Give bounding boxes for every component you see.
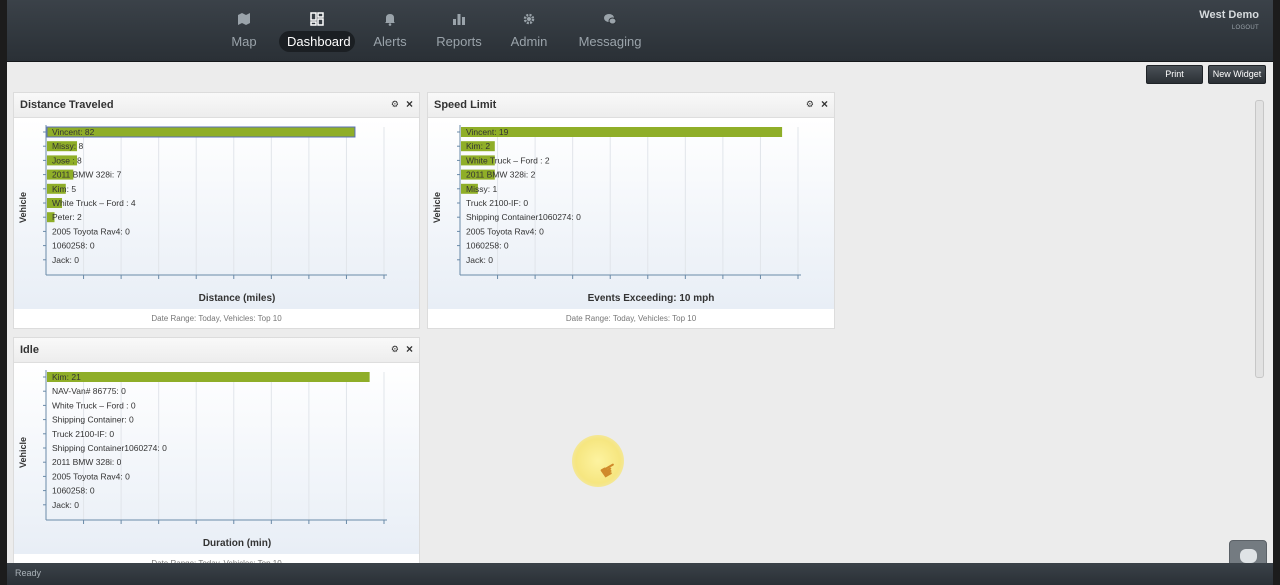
y-axis-title: Vehicle	[18, 436, 28, 468]
nav-item-alerts[interactable]: Alerts	[371, 10, 409, 54]
bar	[47, 372, 370, 382]
y-axis-title: Vehicle	[432, 191, 442, 223]
nav-item-label: Map	[231, 34, 257, 49]
bar-data-label: Truck 2100-IF: 0	[52, 429, 114, 439]
bar-chart-icon	[435, 12, 483, 30]
bar-data-label: Peter: 2	[52, 212, 82, 222]
y-axis-title: Vehicle	[18, 191, 28, 223]
widget-speed-limit: Speed Limit ⚙ × Vincent: 19 Kim: 2 White T…	[427, 92, 835, 329]
bar-data-label: 1060258: 0	[466, 241, 509, 251]
widget-title: Speed Limit	[434, 99, 497, 111]
widget-footer: Date Range: Today, Vehicles: Top 10	[565, 314, 697, 323]
close-icon[interactable]: ×	[821, 97, 828, 111]
bar-data-label: Shipping Container: 0	[52, 415, 134, 425]
x-axis-title: Distance (miles)	[198, 293, 276, 304]
bar-data-label: Jose : 8	[52, 155, 82, 165]
map-icon	[229, 12, 259, 30]
nav-item-label: Alerts	[373, 34, 407, 49]
nav-item-dashboard[interactable]: Dashboard	[279, 10, 355, 54]
widget-idle: Idle ⚙ × Kim: 21 NAV-Van# 86775: 0 White T…	[13, 337, 420, 574]
widget-title: Distance Traveled	[20, 99, 114, 111]
nav-item-map[interactable]: Map	[229, 10, 259, 54]
chat-icon	[577, 12, 643, 30]
nav-item-label: Messaging	[578, 34, 642, 49]
x-axis-title: Duration (min)	[202, 538, 272, 549]
bar-chart: Vincent: 82 Missy: 8 Jose : 8 2011 BMW 328i…	[43, 125, 387, 279]
dashboard-icon	[279, 12, 355, 30]
bar-data-label: 1060258: 0	[52, 241, 95, 251]
status-bar: Ready	[7, 563, 1273, 585]
nav-item-label: Dashboard	[279, 31, 355, 52]
bar-data-label: Missy: 8	[52, 141, 83, 151]
print-button[interactable]: Print	[1146, 65, 1203, 84]
bar-data-label: Shipping Container1060274: 0	[52, 443, 167, 453]
bar-data-label: NAV-Van# 86775: 0	[52, 386, 126, 396]
bar-data-label: 2011 BMW 328i: 0	[52, 457, 122, 467]
gear-icon[interactable]: ⚙	[391, 99, 399, 110]
bell-icon	[371, 12, 409, 30]
widget-header: Speed Limit ⚙ ×	[428, 93, 834, 118]
nav-item-label: Admin	[510, 34, 548, 49]
bar-data-label: Jack: 0	[52, 255, 79, 265]
bar-data-label: Shipping Container1060274: 0	[466, 212, 581, 222]
bar-data-label: Truck 2100-IF: 0	[466, 198, 528, 208]
bar-data-label: White Truck – Ford : 0	[52, 400, 136, 410]
widget-title: Idle	[20, 344, 39, 356]
widget-footer: Date Range: Today, Vehicles: Top 10	[151, 314, 282, 323]
chart-plot-area: Vincent: 82 Missy: 8 Jose : 8 2011 BMW 328i…	[14, 119, 419, 309]
app-window: Map Dashboard Alerts Reports Admin Messa…	[7, 0, 1273, 585]
bar-data-label: Jack: 0	[466, 255, 493, 265]
widget-distance-traveled: Distance Traveled ⚙ × Vincent: 82 Missy: …	[13, 92, 420, 329]
x-axis-title: Events Exceeding: 10 mph	[587, 293, 715, 304]
widget-header: Distance Traveled ⚙ ×	[14, 93, 419, 118]
widget-header: Idle ⚙ ×	[14, 338, 419, 363]
bar-data-label: 2011 BMW 328i: 2	[466, 170, 536, 180]
nav-item-messaging[interactable]: Messaging	[577, 10, 643, 54]
close-icon[interactable]: ×	[406, 97, 413, 111]
status-text: Ready	[15, 568, 42, 578]
bar-data-label: Kim: 2	[466, 141, 490, 151]
bar-chart: Kim: 21 NAV-Van# 86775: 0 White Truck – Fo…	[43, 370, 387, 524]
gear-icon[interactable]: ⚙	[391, 344, 399, 355]
new-widget-button[interactable]: New Widget	[1208, 65, 1266, 84]
user-name: West Demo	[1199, 9, 1259, 21]
gear-icon	[509, 12, 549, 30]
bar-data-label: Missy: 1	[466, 184, 497, 194]
bar-data-label: 2011 BMW 328i: 7	[52, 170, 122, 180]
bar-data-label: Kim: 21	[52, 372, 81, 382]
close-icon[interactable]: ×	[406, 342, 413, 356]
bar	[461, 127, 783, 137]
chat-bubble-icon	[1240, 549, 1257, 563]
gear-icon[interactable]: ⚙	[806, 99, 814, 110]
bar-data-label: 2005 Toyota Rav4: 0	[52, 226, 130, 236]
nav-item-admin[interactable]: Admin	[509, 10, 549, 54]
bar-data-label: 2005 Toyota Rav4: 0	[52, 471, 130, 481]
chart-plot-area: Vincent: 19 Kim: 2 White Truck – Ford : 2 2…	[428, 119, 834, 309]
nav-item-reports[interactable]: Reports	[435, 10, 483, 54]
chart-plot-area: Kim: 21 NAV-Van# 86775: 0 White Truck – Fo…	[14, 364, 419, 554]
bar-data-label: White Truck – Ford : 4	[52, 198, 136, 208]
bar-data-label: 2005 Toyota Rav4: 0	[466, 226, 544, 236]
bar-data-label: Vincent: 82	[52, 127, 95, 137]
logout-link[interactable]: LOGOUT	[1232, 25, 1259, 31]
bar-data-label: Vincent: 19	[466, 127, 509, 137]
bar-chart: Vincent: 19 Kim: 2 White Truck – Ford : 2 2…	[457, 125, 801, 279]
bar-data-label: Kim: 5	[52, 184, 76, 194]
bar-data-label: White Truck – Ford : 2	[466, 155, 550, 165]
top-navigation-bar: Map Dashboard Alerts Reports Admin Messa…	[7, 0, 1273, 62]
bar-data-label: Jack: 0	[52, 500, 79, 510]
bar-data-label: 1060258: 0	[52, 486, 95, 496]
vertical-scrollbar[interactable]	[1255, 100, 1264, 378]
nav-item-label: Reports	[436, 34, 482, 49]
